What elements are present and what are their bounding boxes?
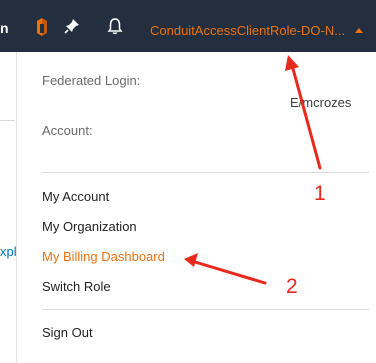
menu-item-my-organization[interactable]: My Organization <box>42 219 137 234</box>
role-account-menu-button[interactable]: ConduitAccessClientRole-DO-N... <box>150 23 345 38</box>
aws-service-icon[interactable] <box>34 17 50 37</box>
menu-item-my-account[interactable]: My Account <box>42 189 109 204</box>
bell-icon[interactable] <box>106 17 124 35</box>
menu-item-switch-role[interactable]: Switch Role <box>42 279 111 294</box>
panel-divider <box>0 120 15 121</box>
account-label: Account: <box>42 123 93 138</box>
caret-up-icon[interactable] <box>355 28 363 33</box>
annotation-label-2: 2 <box>286 275 298 298</box>
annotation-label-1: 1 <box>314 182 326 205</box>
top-navigation-bar: n ConduitAccessClientRole-DO-N... <box>0 0 376 52</box>
federated-login-label: Federated Login: <box>42 73 141 88</box>
account-dropdown-menu: Federated Login: E/mcrozes Account: My A… <box>17 52 376 363</box>
sign-out-button[interactable]: Sign Out <box>42 325 93 340</box>
menu-item-my-billing-dashboard[interactable]: My Billing Dashboard <box>42 249 165 264</box>
menu-divider <box>42 309 369 310</box>
pin-icon[interactable] <box>64 18 80 34</box>
left-side-panel: xplo <box>0 52 17 363</box>
left-panel-link-fragment[interactable]: xplo <box>0 244 16 259</box>
nav-fragment-text: n <box>0 20 9 36</box>
federated-login-value: E/mcrozes <box>290 95 352 110</box>
menu-divider <box>42 172 369 173</box>
